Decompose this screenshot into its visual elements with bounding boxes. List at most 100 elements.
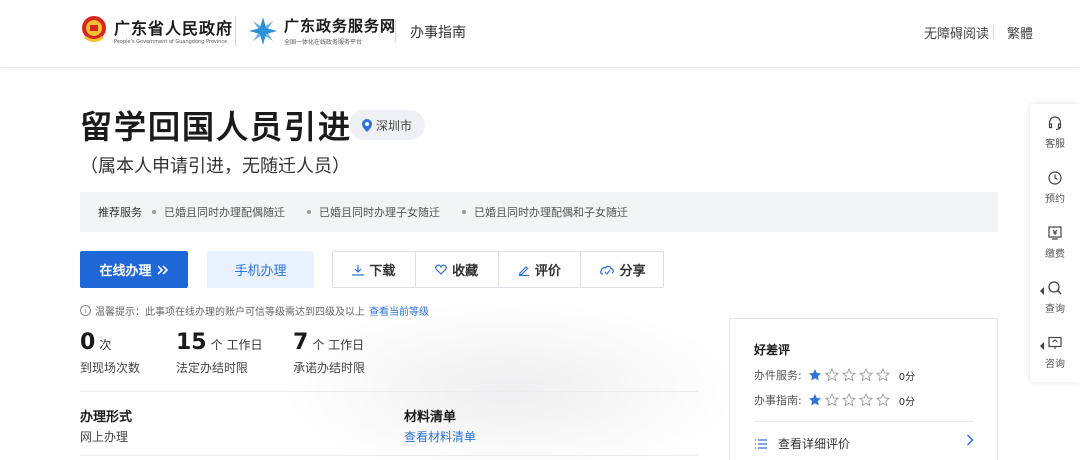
gov-sub: People's Government of Guangdong Provinc… — [114, 39, 228, 45]
detail-label: 查看详细评价 — [778, 437, 851, 451]
share-label: 分享 — [619, 264, 646, 279]
search-icon — [1048, 280, 1062, 294]
mode-value: 网上办理 — [80, 430, 129, 444]
evaluate-label: 评价 — [534, 264, 561, 279]
rating-title: 好差评 — [754, 343, 791, 357]
chevron-right-icon[interactable] — [966, 434, 974, 446]
location-badge[interactable]: 深圳市 — [349, 110, 425, 140]
download-button[interactable]: 下载 — [333, 252, 416, 287]
site-header: 广东省人民政府 People's Government of Guangdong… — [0, 0, 1080, 68]
recommend-item-label: 已婚且同时办理配偶和子女随迁 — [474, 206, 628, 219]
star-empty-icon[interactable] — [875, 368, 890, 382]
star-rating[interactable] — [808, 393, 893, 407]
float-zixun[interactable]: 咨询 — [1030, 326, 1080, 378]
header-divider — [235, 16, 236, 46]
caret-left-icon[interactable] — [1040, 342, 1044, 350]
recommend-bar: 推荐服务 已婚且同时办理配偶随迁 已婚且同时办理子女随迁 已婚且同时办理配偶和子… — [80, 192, 998, 232]
float-yuyue-label: 预约 — [1045, 193, 1065, 205]
headset-icon — [1048, 115, 1062, 130]
recommend-item-label: 已婚且同时办理子女随迁 — [319, 206, 440, 219]
float-toolbar: 客服 预约 缴费 查询 咨询 — [1030, 104, 1080, 382]
view-detail-rating-link[interactable]: 查看详细评价 — [754, 435, 850, 452]
float-chaxun[interactable]: 查询 — [1030, 271, 1080, 323]
barrier-free-link[interactable]: 无障碍阅读 — [924, 23, 989, 42]
double-chevron-right-icon — [156, 264, 168, 275]
star-empty-icon[interactable] — [824, 368, 839, 382]
clock-icon — [1048, 170, 1062, 185]
bullet-icon — [462, 210, 466, 214]
page-title: 留学回国人员引进 — [80, 108, 353, 146]
star-filled-icon[interactable] — [808, 393, 822, 407]
rating-score: 0分 — [898, 371, 916, 383]
materials-link[interactable]: 查看材料清单 — [404, 428, 476, 445]
check-level-link[interactable]: 查看当前等级 — [369, 303, 429, 318]
float-kefu[interactable]: 客服 — [1030, 106, 1080, 158]
rating-score: 0分 — [898, 396, 916, 408]
star-empty-icon[interactable] — [824, 393, 839, 407]
location-pin-icon — [361, 118, 372, 132]
evaluate-button[interactable]: 评价 — [499, 252, 582, 287]
float-yuyue[interactable]: 预约 — [1030, 161, 1080, 213]
stat-unit: 次 — [99, 338, 112, 352]
stat-number: 0 — [80, 330, 96, 355]
rating-row-service: 办件服务: 0分 — [754, 367, 915, 383]
recommend-item[interactable]: 已婚且同时办理配偶和子女随迁 — [462, 204, 628, 220]
recommend-item[interactable]: 已婚且同时办理子女随迁 — [307, 204, 440, 220]
pen-icon — [518, 265, 529, 276]
gov-name[interactable]: 广东省人民政府 — [114, 15, 233, 39]
header-divider — [993, 25, 994, 39]
download-icon — [352, 264, 364, 276]
stat-unit: 个 工作日 — [210, 338, 263, 352]
bullet-icon — [152, 210, 156, 214]
caret-left-icon[interactable] — [1040, 287, 1044, 295]
section-divider — [80, 391, 698, 392]
rating-label: 办件服务: — [754, 369, 802, 382]
star-empty-icon[interactable] — [875, 393, 890, 407]
float-jiaofei-label: 缴费 — [1045, 248, 1065, 260]
stat-number: 15 — [176, 330, 207, 355]
stat-label: 到现场次数 — [80, 361, 141, 375]
svc-sub: 全国一体化在线政务服务平台 — [284, 39, 363, 46]
rating-divider — [754, 421, 974, 422]
svc-name[interactable]: 广东政务服务网 — [284, 15, 396, 36]
stat-number: 7 — [293, 330, 309, 355]
stat-label: 法定办结时限 — [176, 361, 249, 375]
payment-icon — [1048, 225, 1062, 240]
recommend-item[interactable]: 已婚且同时办理配偶随迁 — [152, 204, 285, 220]
background-watermark — [280, 300, 740, 460]
online-apply-button[interactable]: 在线办理 — [80, 251, 188, 288]
stat-unit: 个 工作日 — [312, 338, 365, 352]
mobile-apply-button[interactable]: 手机办理 — [207, 251, 314, 288]
share-button[interactable]: 分享 — [581, 252, 663, 287]
mode-label: 办理形式 — [80, 410, 133, 425]
star-empty-icon[interactable] — [841, 368, 856, 382]
star-rating[interactable] — [808, 368, 893, 382]
online-apply-label: 在线办理 — [99, 264, 152, 279]
favorite-button[interactable]: 收藏 — [416, 252, 499, 287]
materials-label: 材料清单 — [404, 410, 457, 425]
star-filled-icon[interactable] — [808, 368, 822, 382]
stat-visits: 0次 到现场次数 — [80, 330, 140, 376]
stat-legal-limit: 15 个 工作日 法定办结时限 — [176, 330, 262, 376]
tip-notice: i 温馨提示：此事项在线办理的账户可信等级需达到四级及以上 查看当前等级 — [80, 303, 429, 318]
stat-label: 承诺办结时限 — [293, 361, 366, 375]
page-subtitle: （属本人申请引进，无随迁人员） — [80, 156, 350, 177]
heart-icon — [435, 264, 447, 275]
recommend-label: 推荐服务 — [98, 206, 142, 219]
float-jiaofei[interactable]: 缴费 — [1030, 216, 1080, 268]
info-icon: i — [80, 305, 91, 316]
star-empty-icon[interactable] — [858, 368, 873, 382]
action-group: 下载 收藏 评价 分享 — [332, 251, 664, 288]
rating-card: 好差评 办件服务: 0分 办事指南: 0分 查看详细评价 — [729, 318, 998, 460]
recommend-item-label: 已婚且同时办理配偶随迁 — [164, 206, 285, 219]
star-empty-icon[interactable] — [858, 393, 873, 407]
header-divider — [395, 20, 396, 42]
traditional-chinese-link[interactable]: 繁體 — [1007, 23, 1033, 42]
list-icon — [755, 438, 767, 449]
download-label: 下载 — [369, 264, 396, 279]
section-divider — [80, 455, 698, 456]
location-text: 深圳市 — [375, 118, 412, 133]
float-kefu-label: 客服 — [1045, 138, 1065, 150]
guide-title: 办事指南 — [410, 25, 466, 41]
star-empty-icon[interactable] — [841, 393, 856, 407]
